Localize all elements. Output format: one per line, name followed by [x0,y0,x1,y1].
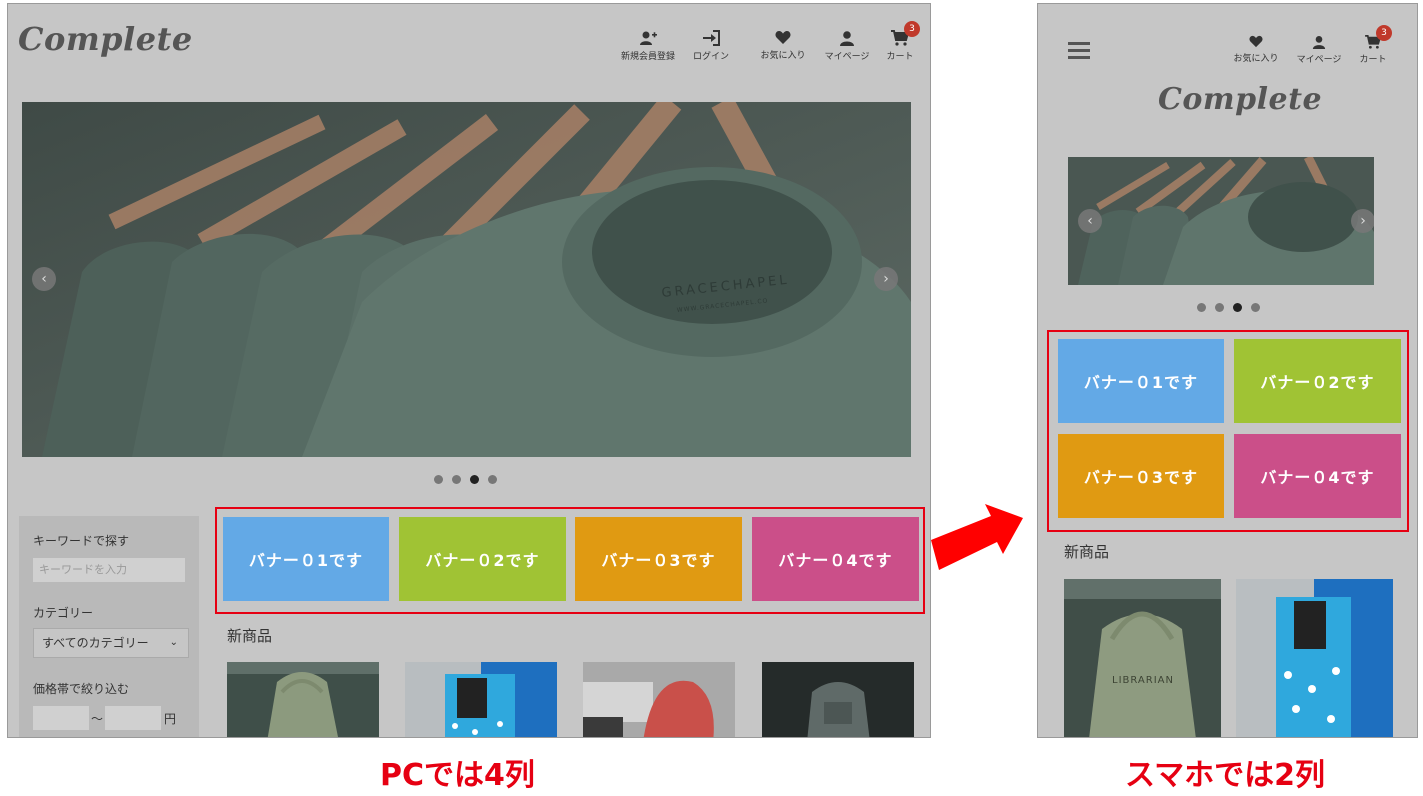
sp-banner-03-label: バナー０3です [1083,468,1199,487]
smartphone-preview-panel: お気に入り マイページ カート 3 Complete ‹ › バナー０1です バ… [1037,3,1418,738]
pc-logo[interactable]: Complete [18,20,193,58]
pc-search-sidebar: キーワードで探す キーワードを入力 カテゴリー すべてのカテゴリー ⌄ 価格帯で… [19,516,199,737]
hamburger-menu-icon[interactable] [1068,42,1090,60]
price-min-input[interactable] [33,706,89,730]
sp-favorites-link[interactable]: お気に入り [1224,35,1288,64]
pc-login-label: ログイン [692,52,729,62]
sp-banner-04[interactable]: バナー０4です [1234,434,1401,518]
price-separator: 〜 [91,712,104,726]
keyword-search-input[interactable]: キーワードを入力 [33,558,185,582]
pc-slider-dot[interactable] [434,475,443,484]
user-plus-icon [640,31,657,45]
pc-hero-image: GRACECHAPEL WWW.GRACECHAPEL.CO [22,102,911,457]
sp-logo[interactable]: Complete [1158,82,1322,117]
tote-bag-image [227,662,379,737]
pc-banner-03-label: バナー０3です [601,551,716,570]
pc-cart-count-badge: 3 [904,21,920,37]
pc-slider-dot[interactable] [488,475,497,484]
pc-slider-dot-active[interactable] [470,475,479,484]
user-icon [1312,36,1326,49]
sp-banner-03[interactable]: バナー０3です [1058,434,1224,518]
price-label: 価格帯で絞り込む [33,682,130,696]
tote-bag-print-text: LIBRARIAN [1112,675,1174,686]
pc-cart-link[interactable]: カート [868,30,930,62]
pc-cart-label: カート [886,52,914,62]
pc-favorites-link[interactable]: お気に入り [751,30,815,61]
pc-register-link[interactable]: 新規会員登録 [616,30,680,62]
sp-slider-next-button[interactable]: › [1351,209,1374,233]
pc-register-label: 新規会員登録 [620,52,675,62]
sp-banner-04-label: バナー０4です [1260,468,1375,487]
sp-cart-label: カート [1359,55,1387,65]
sp-cart-link[interactable]: カート [1341,35,1405,65]
socks-image [1236,579,1393,737]
category-label: カテゴリー [33,606,94,620]
pc-banner-02[interactable]: バナー０2です [399,517,566,601]
pc-mypage-label: マイページ [824,52,870,62]
sp-slider-prev-button[interactable]: ‹ [1078,209,1102,233]
pc-slider-dot[interactable] [452,475,461,484]
pc-logo-text: Complete [18,20,193,58]
sp-caption: スマホでは2列 [1125,758,1325,793]
backpack-image [762,662,914,737]
price-unit: 円 [164,712,177,726]
sp-product-thumb-tote[interactable]: LIBRARIAN [1064,579,1221,737]
pc-slider-dots [434,475,497,484]
pc-banner-04[interactable]: バナー０4です [752,517,919,601]
category-select[interactable]: すべてのカテゴリー ⌄ [33,628,189,658]
sp-slider-dots [1197,303,1260,312]
sp-slider-dot-active[interactable] [1233,303,1242,312]
pc-preview-panel: Complete 新規会員登録 ログイン お気に入り マイページ カート 3 G… [7,3,931,738]
beanie-image [583,662,735,737]
pc-banner-02-label: バナー０2です [425,551,540,570]
category-select-value: すべてのカテゴリー [42,636,149,650]
sp-banner-02-label: バナー０2です [1260,373,1375,392]
sp-banner-01[interactable]: バナー０1です [1058,339,1224,423]
price-max-input[interactable] [105,706,161,730]
sp-hero-slider[interactable]: ‹ › [1068,157,1374,285]
keyword-label: キーワードで探す [33,534,130,548]
sp-banner-02[interactable]: バナー０2です [1234,339,1401,423]
pc-product-thumb-beanie[interactable] [583,662,735,737]
sp-logo-text: Complete [1158,82,1323,117]
pc-product-thumb-tote[interactable] [227,662,379,737]
sp-slider-dot[interactable] [1197,303,1206,312]
heart-icon [775,30,791,44]
sp-hero-image [1068,157,1374,285]
pc-product-thumb-socks[interactable] [405,662,557,737]
heart-icon [1249,35,1263,48]
sp-favorites-label: お気に入り [1233,54,1279,64]
login-icon [703,30,720,46]
pc-login-link[interactable]: ログイン [679,30,743,62]
sp-mypage-label: マイページ [1296,55,1342,65]
sp-banner-01-label: バナー０1です [1083,373,1199,392]
pc-banner-01-label: バナー０1です [248,551,364,570]
user-icon [840,31,854,46]
sp-cart-count-badge: 3 [1376,25,1392,41]
sp-slider-dot[interactable] [1251,303,1260,312]
chevron-down-icon: ⌄ [169,637,178,648]
pc-banner-04-label: バナー０4です [778,551,893,570]
pc-caption: PCでは4列 [380,758,535,793]
pc-banner-01[interactable]: バナー０1です [223,517,389,601]
tote-bag-image: LIBRARIAN [1064,579,1221,737]
pc-favorites-label: お気に入り [760,51,806,61]
pc-banner-03[interactable]: バナー０3です [575,517,742,601]
socks-image [405,662,557,737]
sp-new-items-title: 新商品 [1064,543,1110,561]
sp-slider-dot[interactable] [1215,303,1224,312]
pc-new-items-title: 新商品 [227,627,273,645]
sp-product-thumb-socks[interactable] [1236,579,1393,737]
transition-arrow-icon [931,504,1023,570]
pc-slider-prev-button[interactable]: ‹ [32,267,56,291]
pc-product-thumb-bag[interactable] [762,662,914,737]
pc-hero-slider[interactable]: GRACECHAPEL WWW.GRACECHAPEL.CO ‹ › [22,102,911,457]
pc-slider-next-button[interactable]: › [874,267,898,291]
